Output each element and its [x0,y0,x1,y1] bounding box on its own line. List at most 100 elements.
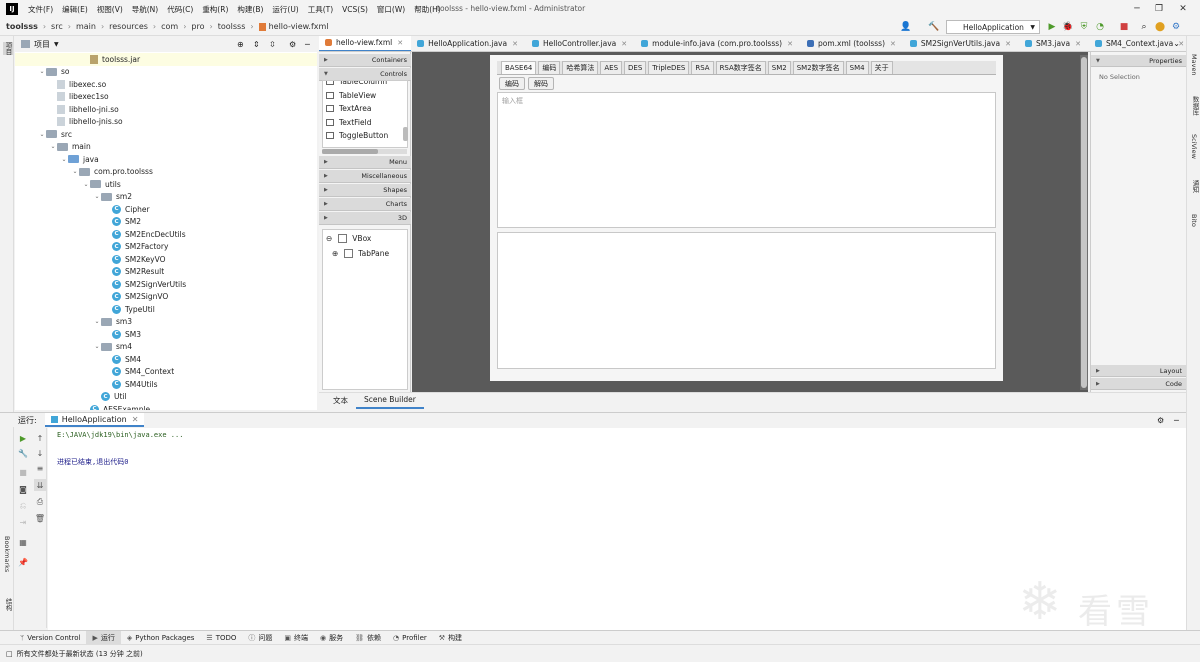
menu-item[interactable]: 重构(R) [202,4,228,15]
pin-icon[interactable]: 📌 [17,556,29,568]
library-item[interactable]: TableColumn [323,81,407,89]
tool-window-button[interactable]: ◈ Python Packages [121,631,201,645]
run-configuration-select[interactable]: HelloApplication ▼ [946,20,1040,34]
gear-icon[interactable]: ⚙ [1157,416,1164,425]
menu-item[interactable]: 构建(B) [237,4,263,15]
tree-node-class[interactable]: C SM4_Context [15,366,317,379]
tree-node-file[interactable]: libexec1so [15,91,317,104]
tree-node-class[interactable]: C SM3 [15,328,317,341]
library-section-header[interactable]: ▶ Shapes [319,184,411,197]
stop-icon[interactable]: ■ [1118,21,1130,33]
print-icon[interactable]: ⎙ [34,496,46,508]
more-tabs-icon[interactable]: ⌄ [1173,39,1180,48]
tree-node-class[interactable]: C SM2Result [15,266,317,279]
inspector-properties-header[interactable]: ▼ Properties [1091,55,1186,67]
library-vertical-scrollbar[interactable] [403,127,408,141]
run-icon[interactable]: ▶ [1046,21,1058,33]
fx-tab[interactable]: 哈希算法 [562,61,599,74]
fx-tab[interactable]: SM2数字签名 [792,61,844,74]
bookmarks-tool-button[interactable]: Bookmarks [3,536,11,572]
maximize-icon[interactable]: ❐ [1148,2,1170,16]
breadcrumb-item[interactable]: hello-view.fxml [269,22,329,31]
settings-icon[interactable]: ⚙ [1170,21,1182,33]
camera-icon[interactable]: ◙ [17,483,29,495]
library-item[interactable]: TextField [323,116,407,130]
collapse-toggle-icon[interactable]: ⊖ [326,234,332,243]
locate-icon[interactable]: ⊕ [237,40,244,49]
project-panel-title[interactable]: 项目 [34,39,50,50]
layout-icon[interactable]: ▦ [17,536,29,548]
library-scrollbar[interactable] [322,149,407,154]
canvas-scrollbar[interactable] [1080,55,1088,390]
tree-node-class[interactable]: C SM2KeyVO [15,253,317,266]
tool-window-button[interactable]: ▶ 运行 [86,630,121,645]
close-icon[interactable]: ✕ [512,40,518,48]
inspector-code-header[interactable]: ▶ Code [1091,378,1186,390]
notifications-tool-button[interactable]: 通知 [1190,180,1200,193]
hammer-icon[interactable]: 🔨 [928,21,940,33]
breadcrumb-item[interactable]: resources [109,22,148,31]
collapse-toggle-icon[interactable]: ⊕ [332,249,338,258]
wrench-icon[interactable]: 🔧 [17,447,29,459]
fx-tab[interactable]: 编码 [538,61,561,74]
tree-node-class[interactable]: C Util [15,391,317,404]
minimize-icon[interactable]: ─ [1126,2,1148,16]
tool-window-button[interactable]: ◉ 服务 [314,631,349,645]
close-icon[interactable]: ✕ [621,40,627,48]
menu-item[interactable]: 导航(N) [132,4,158,15]
menu-item[interactable]: 运行(U) [272,4,298,15]
menu-item[interactable]: VCS(S) [342,5,368,14]
menu-item[interactable]: 视图(V) [97,4,123,15]
breadcrumb-item[interactable]: pro [191,22,204,31]
gear-icon[interactable]: ⚙ [289,40,296,49]
menu-item[interactable]: 代码(C) [167,4,193,15]
breadcrumb-item[interactable]: com [161,22,178,31]
tree-node-file[interactable]: libhello-jnis.so [15,116,317,129]
menu-item[interactable]: 编辑(E) [62,4,88,15]
editor-tab[interactable]: HelloApplication.java ✕ [411,36,526,51]
tree-node-class[interactable]: C SM2EncDecUtils [15,228,317,241]
library-section-header[interactable]: ▶ Miscellaneous [319,170,411,183]
close-icon[interactable]: ✕ [397,39,403,47]
close-icon[interactable]: ✕ [1172,2,1194,16]
menu-item[interactable]: 文件(F) [28,4,53,15]
library-item[interactable]: TextArea [323,102,407,116]
fx-tab[interactable]: RSA [691,61,714,74]
fx-tab[interactable]: 关于 [870,61,893,74]
tool-window-button[interactable]: ⚒ 构建 [433,631,468,645]
tree-node-src[interactable]: ⌄ java [15,153,317,166]
tree-node-folder[interactable]: ⌄ utils [15,178,317,191]
tree-node-folder[interactable]: ⌄ sm4 [15,341,317,354]
breadcrumb-item[interactable]: toolsss [6,22,38,31]
hierarchy-node[interactable]: ⊖ VBox [326,234,371,243]
hide-icon[interactable]: ─ [305,40,310,49]
fx-tab[interactable]: SM4 [845,61,869,74]
user-icon[interactable]: 👤 [900,21,912,33]
editor-tab[interactable]: SM4_Context.java ✕ [1089,36,1186,51]
close-icon[interactable]: ✕ [787,40,793,48]
decode-button[interactable]: 解码 [528,77,554,90]
close-icon[interactable]: ✕ [1075,40,1081,48]
editor-mode-tab[interactable]: Scene Builder [356,393,424,409]
down-arrow-icon[interactable]: ↓ [34,447,46,459]
maven-tool-button[interactable]: Maven [1190,54,1198,76]
tree-node-class[interactable]: C AESExample [15,403,317,410]
inspector-layout-header[interactable]: ▶ Layout [1091,365,1186,377]
fx-tab[interactable]: SM2 [767,61,791,74]
soft-wrap-icon[interactable]: ≡ [34,462,46,474]
hierarchy-node[interactable]: ⊕ TabPane [332,249,389,258]
menu-item[interactable]: 窗口(W) [377,4,405,15]
collapse-all-icon[interactable]: ⇳ [269,40,276,49]
exit-icon[interactable]: ⇥ [17,516,29,528]
tree-node-class[interactable]: C SM4Utils [15,378,317,391]
breadcrumb-item[interactable]: toolsss [218,22,246,31]
tree-node-jar[interactable]: toolsss.jar [15,53,317,66]
fx-tab[interactable]: TripleDES [648,61,690,74]
output-textarea[interactable] [497,232,996,369]
tree-node-class[interactable]: C SM2Factory [15,241,317,254]
trash-icon[interactable]: 🗑 [34,512,46,524]
editor-mode-tab[interactable]: 文本 [325,393,356,409]
library-section-header[interactable]: ▶ Containers [319,54,411,67]
tree-node-folder[interactable]: ⌄ com.pro.toolsss [15,166,317,179]
tool-window-button[interactable]: ⓘ 问题 [242,631,278,645]
